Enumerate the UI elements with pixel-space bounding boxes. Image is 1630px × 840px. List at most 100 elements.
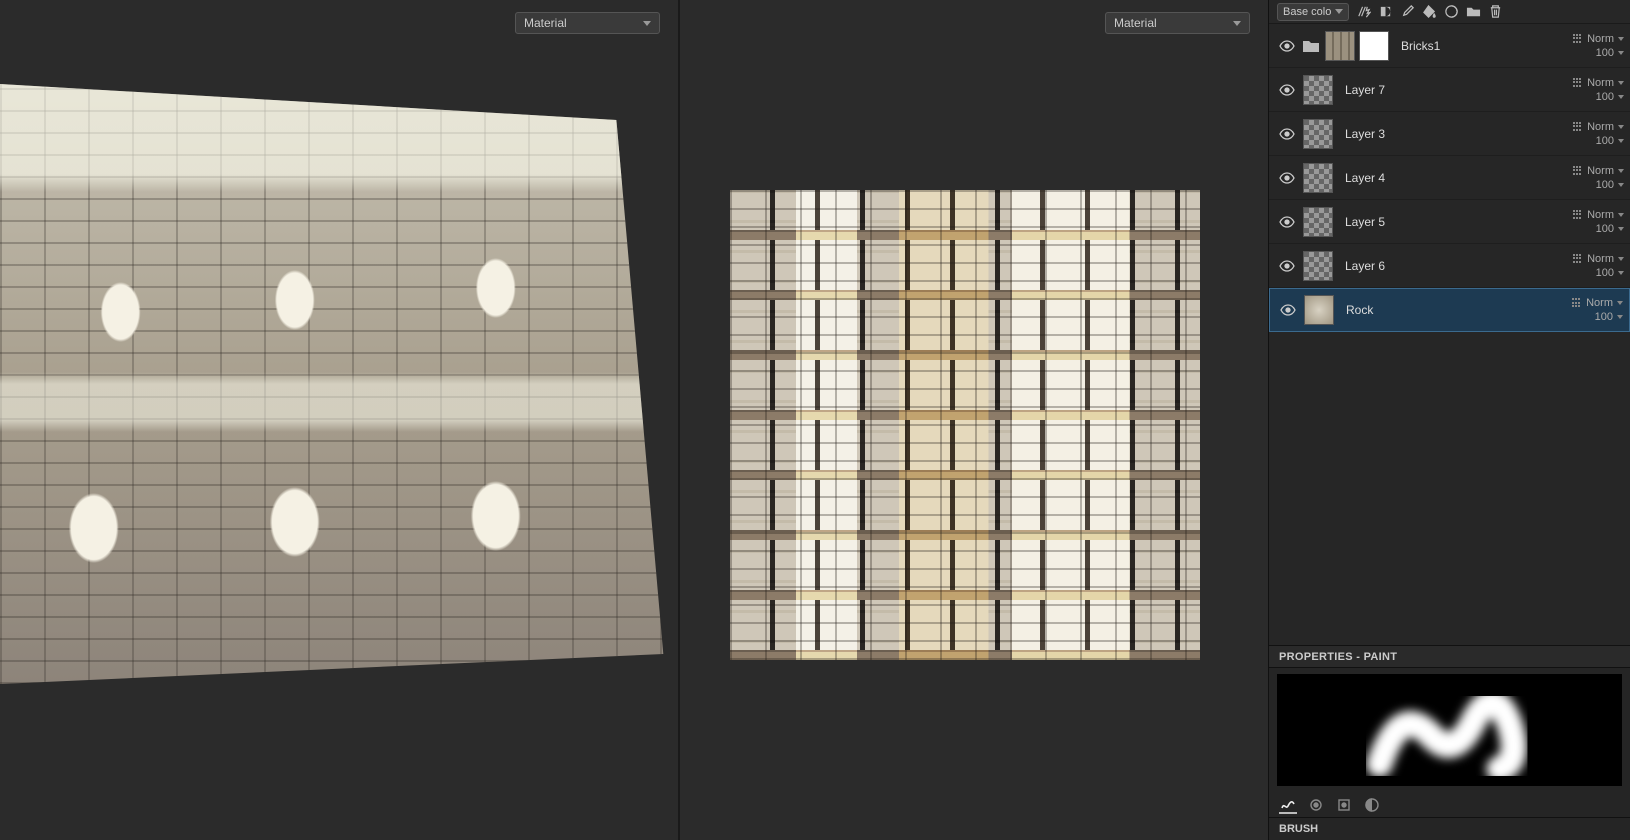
visibility-toggle-icon[interactable]	[1279, 126, 1295, 142]
mask-icon[interactable]	[1377, 4, 1393, 20]
opacity-label[interactable]: 100	[1595, 311, 1613, 323]
properties-tabs	[1269, 792, 1630, 818]
layer-thumbnails	[1304, 295, 1334, 325]
opacity-label[interactable]: 100	[1596, 135, 1614, 147]
visibility-toggle-icon[interactable]	[1279, 258, 1295, 274]
opacity-label[interactable]: 100	[1596, 47, 1614, 59]
blend-mode-label[interactable]: Norm	[1587, 33, 1614, 45]
chevron-down-icon	[1618, 271, 1624, 275]
effects-icon[interactable]	[1355, 4, 1371, 20]
viewport-2d[interactable]: Material	[680, 0, 1268, 840]
chevron-down-icon	[1618, 183, 1624, 187]
properties-header: PROPERTIES - PAINT	[1269, 646, 1630, 668]
blend-mode-label[interactable]: Norm	[1587, 209, 1614, 221]
folder-icon	[1303, 39, 1319, 53]
trash-icon[interactable]	[1487, 4, 1503, 20]
layer-row[interactable]: Rock Norm 100	[1269, 288, 1630, 332]
viewport-3d-mode-label: Material	[524, 16, 567, 30]
tab-stencil[interactable]	[1335, 796, 1353, 814]
layer-name-label[interactable]: Rock	[1342, 303, 1564, 317]
layer-thumbnail	[1325, 31, 1355, 61]
chevron-down-icon	[1618, 169, 1624, 173]
layer-thumbnail	[1303, 207, 1333, 237]
viewport-3d[interactable]: Material	[0, 0, 680, 840]
tab-brush-stroke[interactable]	[1279, 796, 1297, 814]
brush-preview	[1277, 674, 1622, 786]
chevron-down-icon	[1618, 139, 1624, 143]
chevron-down-icon	[1617, 315, 1623, 319]
layer-settings: Norm 100	[1573, 121, 1624, 147]
blend-mode-label[interactable]: Norm	[1587, 121, 1614, 133]
drag-handle-icon[interactable]	[1573, 254, 1583, 264]
layers-toolbar: Base colo	[1269, 0, 1630, 24]
blend-mode-label[interactable]: Norm	[1587, 165, 1614, 177]
layer-row[interactable]: Layer 6 Norm 100	[1269, 244, 1630, 288]
viewport-area: Material Material	[0, 0, 1268, 840]
layer-thumbnail	[1303, 251, 1333, 281]
fill-bucket-icon[interactable]	[1421, 4, 1437, 20]
chevron-down-icon	[1617, 301, 1623, 305]
layers-list: Bricks1 Norm 100 Layer 7 Norm 100 Layer …	[1269, 24, 1630, 334]
chevron-down-icon	[1233, 21, 1241, 26]
viewport-3d-mode-dropdown[interactable]: Material	[515, 12, 660, 34]
layer-settings: Norm 100	[1573, 77, 1624, 103]
layer-thumbnails	[1303, 207, 1333, 237]
layer-row[interactable]: Layer 4 Norm 100	[1269, 156, 1630, 200]
opacity-label[interactable]: 100	[1596, 223, 1614, 235]
chevron-down-icon	[1618, 213, 1624, 217]
layer-thumbnails	[1303, 119, 1333, 149]
smart-material-icon[interactable]	[1443, 4, 1459, 20]
visibility-toggle-icon[interactable]	[1279, 170, 1295, 186]
layer-thumbnail	[1303, 75, 1333, 105]
layer-settings: Norm 100	[1573, 165, 1624, 191]
channel-dropdown-label: Base colo	[1283, 6, 1331, 18]
chevron-down-icon	[1618, 227, 1624, 231]
drag-handle-icon[interactable]	[1573, 78, 1583, 88]
visibility-toggle-icon[interactable]	[1279, 82, 1295, 98]
drag-handle-icon[interactable]	[1573, 210, 1583, 220]
layer-name-label[interactable]: Layer 6	[1341, 259, 1565, 273]
viewport-3d-render	[0, 84, 670, 684]
blend-mode-label[interactable]: Norm	[1587, 253, 1614, 265]
chevron-down-icon	[1618, 257, 1624, 261]
layer-name-label[interactable]: Layer 4	[1341, 171, 1565, 185]
drag-handle-icon[interactable]	[1573, 34, 1583, 44]
visibility-toggle-icon[interactable]	[1279, 214, 1295, 230]
blend-mode-label[interactable]: Norm	[1586, 297, 1613, 309]
layer-row[interactable]: Layer 7 Norm 100	[1269, 68, 1630, 112]
visibility-toggle-icon[interactable]	[1279, 38, 1295, 54]
layer-thumbnail	[1304, 295, 1334, 325]
layer-settings: Norm 100	[1573, 33, 1624, 59]
chevron-down-icon	[1618, 95, 1624, 99]
opacity-label[interactable]: 100	[1596, 91, 1614, 103]
tab-alpha[interactable]	[1307, 796, 1325, 814]
blend-mode-label[interactable]: Norm	[1587, 77, 1614, 89]
brush-section-header: BRUSH	[1269, 818, 1630, 840]
side-panel: Base colo Bricks1 Norm 100	[1268, 0, 1630, 840]
layer-thumbnails	[1303, 251, 1333, 281]
drag-handle-icon[interactable]	[1572, 298, 1582, 308]
layer-name-label[interactable]: Bricks1	[1397, 39, 1565, 53]
chevron-down-icon	[643, 21, 651, 26]
channel-dropdown[interactable]: Base colo	[1277, 3, 1349, 21]
properties-panel: PROPERTIES - PAINT BRUSH	[1269, 645, 1630, 840]
visibility-toggle-icon[interactable]	[1280, 302, 1296, 318]
viewport-2d-mode-label: Material	[1114, 16, 1157, 30]
layer-thumbnails	[1303, 75, 1333, 105]
drag-handle-icon[interactable]	[1573, 122, 1583, 132]
chevron-down-icon	[1618, 37, 1624, 41]
tab-material[interactable]	[1363, 796, 1381, 814]
opacity-label[interactable]: 100	[1596, 267, 1614, 279]
folder-icon[interactable]	[1465, 4, 1481, 20]
layer-row[interactable]: Layer 3 Norm 100	[1269, 112, 1630, 156]
drag-handle-icon[interactable]	[1573, 166, 1583, 176]
brush-icon[interactable]	[1399, 4, 1415, 20]
layer-row[interactable]: Bricks1 Norm 100	[1269, 24, 1630, 68]
layer-settings: Norm 100	[1573, 253, 1624, 279]
viewport-2d-mode-dropdown[interactable]: Material	[1105, 12, 1250, 34]
layer-name-label[interactable]: Layer 5	[1341, 215, 1565, 229]
layer-name-label[interactable]: Layer 3	[1341, 127, 1565, 141]
layer-name-label[interactable]: Layer 7	[1341, 83, 1565, 97]
opacity-label[interactable]: 100	[1596, 179, 1614, 191]
layer-row[interactable]: Layer 5 Norm 100	[1269, 200, 1630, 244]
